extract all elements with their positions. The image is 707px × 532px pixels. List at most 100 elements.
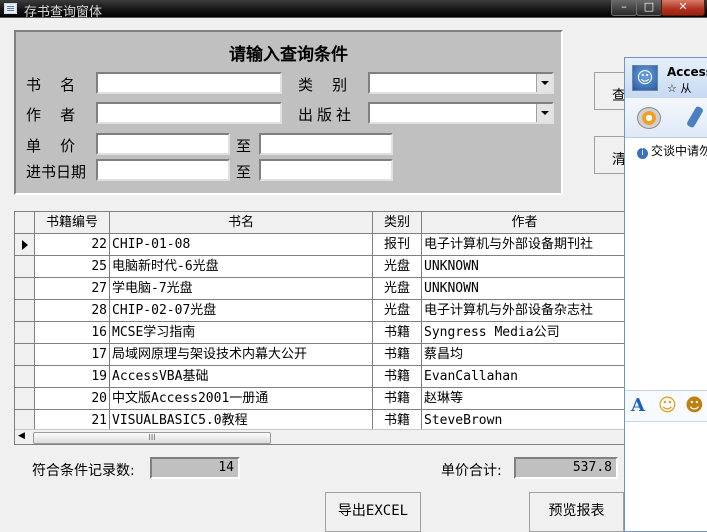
cell-book-name[interactable]: 局域网原理与架设技术内幕大公开 — [110, 344, 373, 366]
publisher-select[interactable] — [368, 102, 554, 124]
close-button[interactable]: ✕ — [661, 0, 705, 16]
cell-book-id[interactable]: 25 — [35, 256, 110, 278]
scroll-left-icon[interactable]: ◀ — [18, 431, 25, 441]
window-title: 存书查询窗体 — [24, 5, 103, 20]
price-to-label: 至 — [236, 137, 252, 155]
table-row[interactable]: 16 MCSE学习指南 书籍 Syngress Media公司 — [15, 322, 625, 344]
date-to-label: 至 — [236, 163, 252, 181]
info-icon: i — [637, 148, 648, 159]
cell-author[interactable]: EvanCallahan — [422, 366, 625, 388]
column-header-author[interactable]: 作者 — [422, 212, 625, 234]
category-label: 类 别 — [298, 76, 348, 94]
cell-book-name[interactable]: 中文版Access2001一册通 — [110, 388, 373, 410]
table-row[interactable]: 17 局域网原理与架设技术内幕大公开 书籍 蔡昌均 — [15, 344, 625, 366]
cell-author[interactable]: 电子计算机与外部设备期刊社 — [422, 234, 625, 256]
preview-report-button[interactable]: 预览报表 — [529, 492, 624, 532]
query-heading: 请输入查询条件 — [229, 45, 348, 65]
cell-author[interactable]: UNKNOWN — [422, 256, 625, 278]
table-row[interactable]: 28 CHIP-02-07光盘 光盘 电子计算机与外部设备杂志社 — [15, 300, 625, 322]
date-from-input[interactable] — [96, 159, 230, 181]
horizontal-scrollbar[interactable]: ◀ III — [15, 429, 625, 444]
row-selector[interactable] — [15, 234, 35, 256]
column-header-name[interactable]: 书名 — [110, 212, 373, 234]
cell-author[interactable]: 电子计算机与外部设备杂志社 — [422, 300, 625, 322]
book-name-input[interactable] — [96, 72, 282, 94]
cell-book-id[interactable]: 28 — [35, 300, 110, 322]
cell-book-name[interactable]: 电脑新时代-6光盘 — [110, 256, 373, 278]
author-input[interactable] — [96, 102, 282, 124]
row-selector[interactable] — [15, 388, 35, 410]
column-header-category[interactable]: 类别 — [373, 212, 422, 234]
category-select[interactable] — [368, 72, 554, 94]
cell-author[interactable]: UNKNOWN — [422, 278, 625, 300]
cell-book-id[interactable]: 16 — [35, 322, 110, 344]
font-icon[interactable]: A — [631, 395, 645, 416]
cell-book-id[interactable]: 19 — [35, 366, 110, 388]
cell-category[interactable]: 书籍 — [373, 344, 422, 366]
cell-book-id[interactable]: 22 — [35, 234, 110, 256]
row-selector[interactable] — [15, 300, 35, 322]
price-sum-label: 单价合计: — [441, 463, 502, 479]
cell-book-id[interactable]: 17 — [35, 344, 110, 366]
record-count-value: 14 — [150, 457, 240, 479]
row-selector[interactable] — [15, 366, 35, 388]
chat-notice: i 交谈中请勿 — [637, 142, 707, 159]
contact-avatar[interactable]: ☺ — [632, 65, 658, 91]
emoticon-icon[interactable]: ☺ — [658, 395, 677, 416]
row-selector[interactable] — [15, 278, 35, 300]
date-to-input[interactable] — [259, 159, 393, 181]
contact-status: ☆ 从 — [667, 82, 692, 95]
row-selector[interactable] — [15, 256, 35, 278]
publisher-label: 出版社 — [298, 106, 356, 124]
cell-book-name[interactable]: CHIP-02-07光盘 — [110, 300, 373, 322]
table-row[interactable]: 25 电脑新时代-6光盘 光盘 UNKNOWN — [15, 256, 625, 278]
cell-book-name[interactable]: CHIP-01-08 — [110, 234, 373, 256]
chat-notice-text: 交谈中请勿 — [651, 144, 707, 158]
cell-book-name[interactable]: MCSE学习指南 — [110, 322, 373, 344]
record-count-label: 符合条件记录数: — [32, 463, 135, 479]
cell-author[interactable]: 赵琳等 — [422, 388, 625, 410]
cell-category[interactable]: 报刊 — [373, 234, 422, 256]
webcam-icon[interactable] — [637, 107, 661, 129]
window-icon — [4, 3, 17, 14]
cell-category[interactable]: 书籍 — [373, 388, 422, 410]
table-row[interactable]: 27 学电脑-7光盘 光盘 UNKNOWN — [15, 278, 625, 300]
column-header-id[interactable]: 书籍编号 — [35, 212, 110, 234]
table-row[interactable]: 19 AccessVBA基础 书籍 EvanCallahan — [15, 366, 625, 388]
chevron-down-icon[interactable] — [536, 74, 552, 92]
cell-category[interactable]: 光盘 — [373, 278, 422, 300]
cell-book-id[interactable]: 20 — [35, 388, 110, 410]
price-label: 单 价 — [26, 137, 76, 155]
cell-category[interactable]: 光盘 — [373, 300, 422, 322]
cell-author[interactable]: 蔡昌均 — [422, 344, 625, 366]
wink-emoticon-icon[interactable]: ☻ — [685, 395, 704, 416]
cell-category[interactable]: 书籍 — [373, 322, 422, 344]
export-excel-button[interactable]: 导出EXCEL — [325, 492, 421, 532]
header-selector — [15, 212, 35, 234]
cell-book-id[interactable]: 27 — [35, 278, 110, 300]
chevron-down-icon[interactable] — [536, 104, 552, 122]
cell-book-name[interactable]: AccessVBA基础 — [110, 366, 373, 388]
results-grid[interactable]: 书籍编号 书名 类别 作者 22 CHIP-01-08 报刊 电子计算机与外部设备期刊… — [14, 211, 626, 445]
cell-author[interactable]: Syngress Media公司 — [422, 322, 625, 344]
table-row[interactable]: 22 CHIP-01-08 报刊 电子计算机与外部设备期刊社 — [15, 234, 625, 256]
scroll-thumb[interactable]: III — [33, 432, 271, 444]
table-row[interactable]: 20 中文版Access2001一册通 书籍 赵琳等 — [15, 388, 625, 410]
contact-name: Access — [667, 65, 707, 79]
title-bar: 存书查询窗体 – □ ✕ — [0, 0, 707, 20]
minimize-button[interactable]: – — [611, 0, 637, 16]
price-to-input[interactable] — [259, 133, 393, 155]
row-selector[interactable] — [15, 322, 35, 344]
chat-header: ☺ Access ☆ 从 — [625, 58, 707, 98]
query-panel: 请输入查询条件 书 名 类 别 作 者 出版社 单 价 至 进书日期 至 — [14, 30, 563, 195]
author-label: 作 者 — [26, 106, 76, 124]
format-toolbar: A ☺ ☻ — [625, 390, 707, 422]
microphone-icon[interactable] — [686, 105, 704, 129]
maximize-button[interactable]: □ — [636, 0, 662, 16]
cell-book-name[interactable]: 学电脑-7光盘 — [110, 278, 373, 300]
price-from-input[interactable] — [96, 133, 230, 155]
cell-category[interactable]: 光盘 — [373, 256, 422, 278]
cell-category[interactable]: 书籍 — [373, 366, 422, 388]
row-selector[interactable] — [15, 344, 35, 366]
book-name-label: 书 名 — [26, 76, 76, 94]
